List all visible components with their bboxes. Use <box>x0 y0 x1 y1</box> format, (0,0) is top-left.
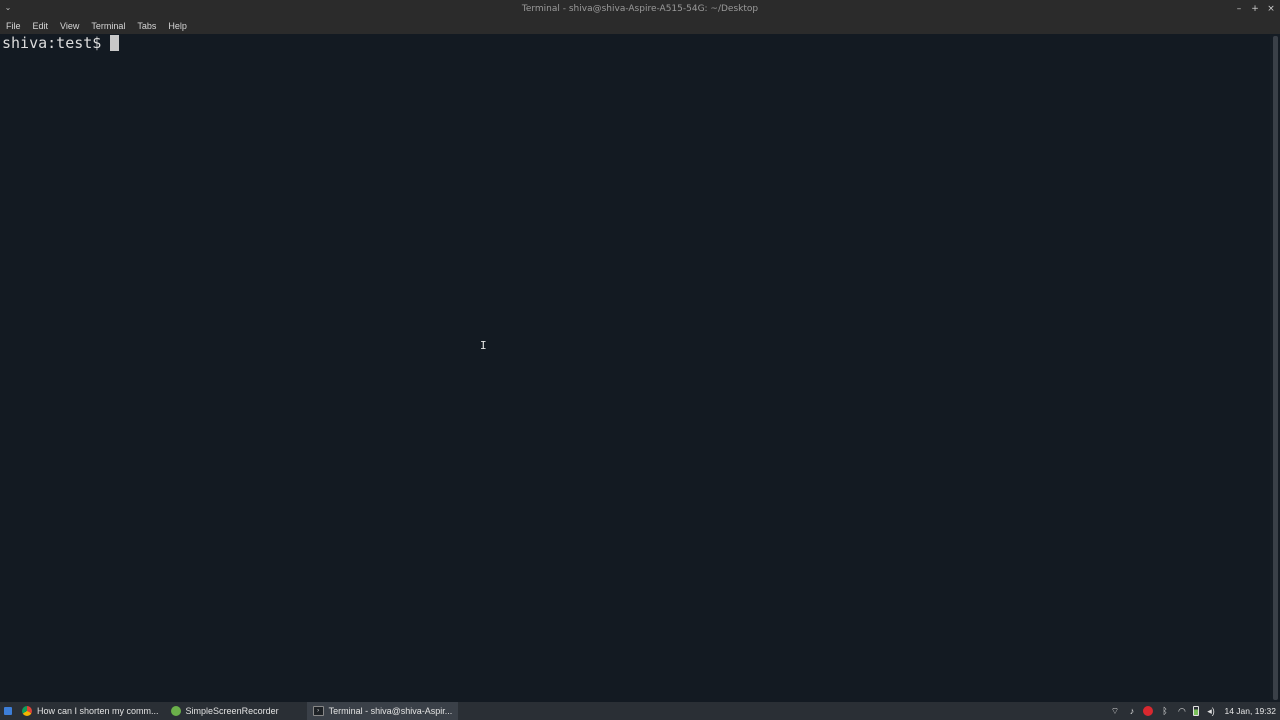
chrome-icon <box>22 706 32 716</box>
taskbar-item-label: Terminal - shiva@shiva-Aspir... <box>328 706 453 716</box>
record-icon[interactable] <box>1143 706 1154 716</box>
mouse-ibeam-cursor-icon: I <box>480 339 487 352</box>
menubar: File Edit View Terminal Tabs Help <box>0 18 1280 34</box>
menu-file[interactable]: File <box>0 18 27 34</box>
battery-icon[interactable] <box>1193 706 1200 716</box>
scrollbar-thumb[interactable] <box>1273 36 1278 700</box>
bell-icon[interactable]: ♪ <box>1126 706 1137 717</box>
taskbar-item-label: How can I shorten my comm... <box>37 706 159 716</box>
menu-tabs[interactable]: Tabs <box>131 18 162 34</box>
app-menu-button[interactable] <box>0 702 16 720</box>
window-titlebar[interactable]: ⌄ Terminal - shiva@shiva-Aspire-A515-54G… <box>0 0 1280 18</box>
taskbar-item-label: SimpleScreenRecorder <box>185 706 279 716</box>
taskbar-item-screen-recorder[interactable]: SimpleScreenRecorder <box>165 702 285 720</box>
maximize-icon[interactable]: + <box>1248 2 1262 16</box>
taskbar-item-browser[interactable]: How can I shorten my comm... <box>16 702 165 720</box>
wifi-icon[interactable]: ◠ <box>1176 706 1187 717</box>
volume-icon[interactable]: ◂) <box>1205 706 1216 717</box>
prompt-line: shiva:test$ <box>2 34 120 52</box>
menu-view[interactable]: View <box>54 18 85 34</box>
app-menu-icon <box>4 707 12 715</box>
terminal-icon: › <box>312 706 324 716</box>
window-controls: – + × <box>1232 1 1278 17</box>
terminal-area[interactable]: shiva:test$ <box>0 34 1270 702</box>
minimize-icon[interactable]: – <box>1232 2 1246 16</box>
menu-terminal[interactable]: Terminal <box>85 18 131 34</box>
window-title: Terminal - shiva@shiva-Aspire-A515-54G: … <box>521 4 759 14</box>
clock[interactable]: 14 Jan, 19:32 <box>1222 706 1276 716</box>
screen-recorder-icon <box>170 706 181 716</box>
menu-help[interactable]: Help <box>162 18 193 34</box>
terminal-scrollbar[interactable] <box>1270 34 1280 702</box>
network-icon[interactable]: ⌔ <box>1109 706 1120 717</box>
close-icon[interactable]: × <box>1264 2 1278 16</box>
system-tray: ⌔ ♪ ᛒ ◠ ◂) 14 Jan, 19:32 <box>1109 702 1280 720</box>
shell-prompt: shiva:test$ <box>2 34 102 52</box>
menu-edit[interactable]: Edit <box>27 18 55 34</box>
bluetooth-icon[interactable]: ᛒ <box>1159 706 1170 717</box>
chevron-down-icon[interactable]: ⌄ <box>3 2 13 14</box>
text-cursor <box>110 35 120 51</box>
taskbar: How can I shorten my comm... SimpleScree… <box>0 702 1280 720</box>
taskbar-item-terminal[interactable]: › Terminal - shiva@shiva-Aspir... <box>306 702 459 720</box>
